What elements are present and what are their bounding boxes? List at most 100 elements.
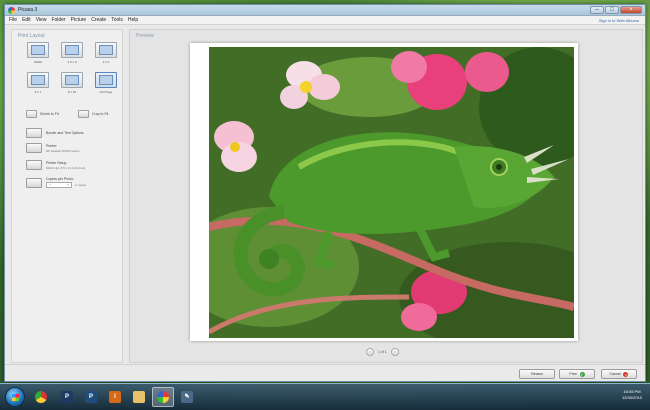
printer-setup-label: Printer Setup: [46, 160, 67, 165]
print-paper: [190, 43, 578, 341]
page-navigator: ‹ 1 of 1 ›: [366, 348, 399, 356]
printer-label: Printer:: [46, 143, 58, 148]
cancel-label: Cancel: [609, 372, 621, 376]
picasa-window: Picasa 3 – □ × File Edit View Folder Pic…: [4, 4, 646, 382]
folder-icon: [133, 391, 145, 403]
review-label: Review: [531, 372, 543, 376]
layout-8x10-button[interactable]: 8 x 10: [60, 72, 84, 96]
menu-edit[interactable]: Edit: [22, 17, 31, 23]
printer-name: HP Deskjet D1600 series: [46, 148, 80, 153]
maximize-icon: □: [610, 7, 614, 13]
close-window-button[interactable]: ×: [620, 6, 642, 14]
menu-folder[interactable]: Folder: [51, 17, 65, 23]
taskbar-illustrator[interactable]: I: [104, 387, 126, 407]
copies-icon: [26, 177, 42, 188]
crop-to-fit-icon: [78, 110, 89, 118]
copies-stepper[interactable]: − +: [46, 182, 72, 188]
layout-grid-icon: [65, 45, 79, 55]
taskbar-photoshop-1[interactable]: P: [56, 387, 78, 407]
copies-row: Copies per Photo: − + 1 copies: [26, 177, 86, 188]
printer-select-button[interactable]: [26, 143, 42, 153]
print-layout-title: Print Layout: [18, 33, 45, 39]
layout-label: 4 x 6: [102, 60, 110, 64]
page-indicator: 1 of 1: [378, 350, 387, 354]
layout-label: Wallet: [33, 60, 43, 64]
illustrator-icon: I: [109, 391, 121, 403]
plus-icon[interactable]: +: [67, 183, 69, 187]
previous-page-button[interactable]: ‹: [366, 348, 374, 356]
taskbar-tool[interactable]: ✎: [176, 387, 198, 407]
shrink-to-fit-icon: [26, 110, 37, 118]
picasa-app-icon: [8, 7, 15, 14]
menu-create[interactable]: Create: [91, 17, 106, 23]
taskbar-chrome[interactable]: [30, 387, 52, 407]
crop-to-fit-option[interactable]: Crop to Fit: [78, 109, 108, 119]
minimize-button[interactable]: –: [590, 6, 604, 14]
copies-value: 1 copies: [75, 183, 87, 187]
chameleon-photo: [209, 47, 574, 338]
maximize-button[interactable]: □: [605, 6, 619, 14]
menu-view[interactable]: View: [36, 17, 47, 23]
check-icon: ✓: [579, 371, 585, 377]
window-title: Picasa 3: [18, 7, 38, 13]
taskbar-picasa[interactable]: [152, 387, 174, 407]
print-button[interactable]: Print ✓: [559, 369, 595, 379]
print-layout-panel: Print Layout Wallet 3.5 x 5 4 x 6 5 x 7 …: [11, 29, 123, 363]
pen-tool-icon: ✎: [181, 391, 193, 403]
print-footer: Review Print ✓ Cancel ×: [5, 364, 645, 381]
chevron-left-icon: ‹: [369, 349, 371, 354]
photoshop-icon: P: [85, 391, 97, 403]
minus-icon[interactable]: −: [49, 183, 51, 187]
close-icon: ×: [623, 371, 629, 377]
chrome-icon: [35, 391, 47, 403]
review-button[interactable]: Review: [519, 369, 555, 379]
border-text-options-row: Border and Text Options: [26, 128, 84, 138]
chevron-right-icon: ›: [394, 349, 396, 354]
title-bar[interactable]: Picasa 3 – □ ×: [5, 5, 645, 16]
printer-row: Printer: HP Deskjet D1600 series: [26, 143, 79, 153]
copies-label: Copies per Photo:: [46, 177, 75, 181]
layout-grid-icon: [99, 45, 113, 55]
layout-photo-icon: [65, 75, 79, 85]
preview-title: Preview: [136, 33, 154, 39]
picasa-icon: [157, 391, 169, 403]
taskbar-explorer[interactable]: [128, 387, 150, 407]
photo-illustration: [209, 47, 574, 338]
border-text-options-button[interactable]: [26, 128, 42, 138]
minimize-icon: –: [595, 7, 599, 13]
next-page-button[interactable]: ›: [390, 348, 399, 356]
layout-5x7-button[interactable]: 5 x 7: [26, 72, 50, 96]
cancel-button[interactable]: Cancel ×: [601, 369, 637, 379]
print-label: Print: [569, 372, 577, 376]
sign-in-link[interactable]: Sign in to Web Albums: [599, 18, 639, 23]
layout-3x5-button[interactable]: 3.5 x 5: [60, 42, 84, 66]
system-tray-clock[interactable]: 10:05 PM 12/30/2010: [622, 389, 642, 401]
window-controls: – □ ×: [590, 5, 642, 15]
crop-to-fit-label: Crop to Fit: [92, 112, 109, 116]
menu-file[interactable]: File: [9, 17, 17, 23]
layout-wallet-button[interactable]: Wallet: [26, 42, 50, 66]
close-icon: ×: [629, 7, 633, 13]
menu-picture[interactable]: Picture: [71, 17, 87, 23]
menu-help[interactable]: Help: [128, 17, 138, 23]
preview-panel: Preview ‹ 1 of 1 ›: [129, 29, 643, 363]
printer-setup-button[interactable]: [26, 160, 42, 170]
layout-label: 3.5 x 5: [67, 60, 77, 64]
printer-setup-value: 600x0 dpi, 8.5 x 11.0 (Inches): [46, 165, 86, 170]
menu-tools[interactable]: Tools: [111, 17, 123, 23]
clock-date: 12/30/2010: [621, 395, 642, 400]
layout-label: 5 x 7: [34, 90, 42, 94]
printer-setup-row: Printer Setup 600x0 dpi, 8.5 x 11.0 (Inc…: [26, 160, 85, 170]
shrink-to-fit-option[interactable]: Shrink to Fit: [26, 109, 59, 119]
taskbar-photoshop-2[interactable]: P: [80, 387, 102, 407]
menu-bar: File Edit View Folder Picture Create Too…: [5, 16, 645, 25]
layout-4x6-button[interactable]: 4 x 6: [94, 42, 118, 66]
photoshop-icon: P: [61, 391, 73, 403]
start-button[interactable]: [5, 387, 25, 407]
layout-photo-icon: [99, 75, 113, 85]
taskbar: P P I ✎ 10:05 PM 12/30/2010: [0, 383, 650, 410]
shrink-to-fit-label: Shrink to Fit: [40, 112, 59, 116]
layout-full-page-button[interactable]: Full Page: [94, 72, 118, 96]
layout-grid-icon: [31, 45, 45, 55]
layout-label: 8 x 10: [67, 90, 77, 94]
